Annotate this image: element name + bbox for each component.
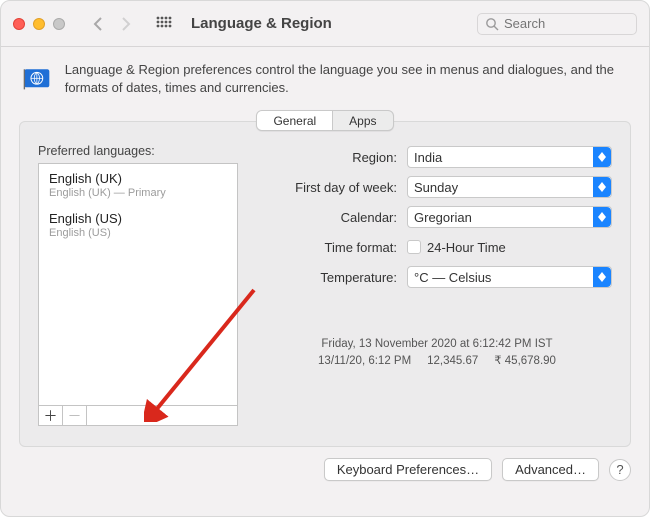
grid-icon [156,16,172,32]
minimize-window-button[interactable] [33,18,45,30]
temperature-select[interactable]: °C — Celsius [407,266,612,288]
timeformat-label: Time format: [262,240,397,255]
select-stepper-icon [593,207,611,227]
banner-description: Language & Region preferences control th… [65,61,631,96]
region-select[interactable]: India [407,146,612,168]
language-subtitle: English (UK) — Primary [49,187,227,199]
chevron-left-icon [93,17,103,31]
nav-buttons [85,13,139,35]
preferred-languages-section: Preferred languages: English (UK) Englis… [38,144,238,426]
select-stepper-icon [593,267,611,287]
zoom-window-button [53,18,65,30]
region-flag-icon [23,64,51,94]
chevron-right-icon [121,17,131,31]
select-stepper-icon [593,177,611,197]
add-language-button[interactable]: ＋ [39,406,63,425]
window-title: Language & Region [191,15,332,32]
back-button[interactable] [85,13,111,35]
region-label: Region: [262,150,397,165]
forward-button [113,13,139,35]
settings-form: Region: India First day of week: Sunday [262,144,612,426]
language-subtitle: English (US) [49,227,227,239]
search-input[interactable] [477,13,637,35]
select-stepper-icon [593,147,611,167]
language-list-footer: ＋ － [38,405,238,426]
list-item[interactable]: English (US) English (US) [39,204,237,244]
calendar-select[interactable]: Gregorian [407,206,612,228]
remove-language-button[interactable]: － [63,406,87,425]
firstday-value: Sunday [414,180,458,195]
preferred-languages-label: Preferred languages: [38,144,238,158]
temperature-value: °C — Celsius [414,270,491,285]
list-item[interactable]: English (UK) English (UK) — Primary [39,164,237,204]
language-name: English (US) [49,211,227,226]
traffic-lights [13,18,65,30]
region-value: India [414,150,442,165]
calendar-label: Calendar: [262,210,397,225]
tab-general[interactable]: General [257,111,332,130]
format-examples: Friday, 13 November 2020 at 6:12:42 PM I… [262,336,612,371]
advanced-button[interactable]: Advanced… [502,458,599,481]
temperature-label: Temperature: [262,270,397,285]
preferences-window: Language & Region Language & Region pref… [0,0,650,517]
close-window-button[interactable] [13,18,25,30]
language-name: English (UK) [49,171,227,186]
calendar-value: Gregorian [414,210,472,225]
titlebar: Language & Region [1,1,649,47]
example-line-2: 13/11/20, 6:12 PM 12,345.67 ₹ 45,678.90 [262,353,612,370]
language-list[interactable]: English (UK) English (UK) — Primary Engl… [38,163,238,406]
banner: Language & Region preferences control th… [1,47,649,110]
show-all-button[interactable] [151,13,177,35]
firstday-select[interactable]: Sunday [407,176,612,198]
help-button[interactable]: ? [609,459,631,481]
example-line-1: Friday, 13 November 2020 at 6:12:42 PM I… [262,336,612,353]
24hour-checkbox[interactable] [407,240,421,254]
keyboard-preferences-button[interactable]: Keyboard Preferences… [324,458,492,481]
search-icon [485,17,499,31]
tab-apps[interactable]: Apps [332,111,392,130]
24hour-label: 24-Hour Time [427,240,506,255]
search-wrapper [477,13,637,35]
bottom-bar: Keyboard Preferences… Advanced… ? [1,447,649,481]
tab-bar: General Apps [1,110,649,131]
firstday-label: First day of week: [262,180,397,195]
content-pane: Preferred languages: English (UK) Englis… [19,121,631,447]
